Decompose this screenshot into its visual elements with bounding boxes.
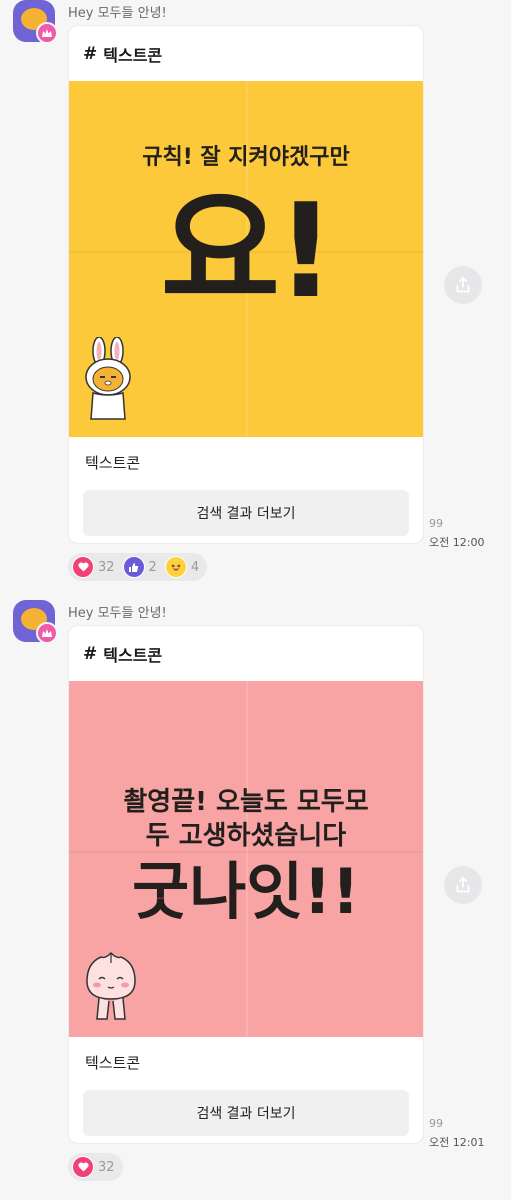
reaction-bar[interactable]: 32 2 4 <box>68 553 208 581</box>
apeach-character-icon <box>86 951 136 1020</box>
avatar[interactable] <box>13 600 58 644</box>
crown-icon <box>36 622 58 644</box>
unread-count: 99 <box>429 1117 443 1130</box>
reaction-count: 4 <box>190 559 200 575</box>
share-icon <box>456 277 470 293</box>
reaction-count: 2 <box>148 559 157 575</box>
more-results-button[interactable]: 검색 결과 더보기 <box>83 490 409 536</box>
laughing-face-icon <box>164 556 187 578</box>
thumbs-up-icon <box>122 556 145 578</box>
reaction-like[interactable]: 2 <box>122 556 157 578</box>
reaction-count: 32 <box>98 559 115 575</box>
sticker-text: 규칙! 잘 지켜야겠구만 <box>142 145 350 170</box>
avatar[interactable] <box>13 0 58 44</box>
card-header-label: 텍스트콘 <box>103 45 163 65</box>
timestamp: 오전 12:00 <box>429 536 485 549</box>
sticker-big-text: 굿나잇!! <box>132 855 360 928</box>
card-header[interactable]: # 텍스트콘 <box>69 626 423 681</box>
share-icon <box>456 877 470 893</box>
sticker-image[interactable]: 촬영끝! 오늘도 모두모 두 고생하셨습니다 굿나잇!! <box>69 681 423 1037</box>
unread-count: 99 <box>429 517 443 530</box>
sticker-big-text: 요! <box>160 175 336 327</box>
more-results-button[interactable]: 검색 결과 더보기 <box>83 1090 409 1136</box>
bunny-character-icon <box>85 337 131 420</box>
card-title: 텍스트콘 <box>85 454 141 472</box>
crown-icon <box>36 22 58 44</box>
reaction-heart[interactable]: 32 <box>72 1156 115 1178</box>
reaction-bar[interactable]: 32 <box>68 1153 123 1181</box>
card-title: 텍스트콘 <box>85 1054 141 1072</box>
share-button[interactable] <box>444 866 482 904</box>
textcon-card[interactable]: # 텍스트콘 촬영끝! 오늘도 모두모 두 고생하셨습니다 굿나잇!! 텍스트콘… <box>68 625 424 1144</box>
reaction-laugh[interactable]: 4 <box>164 556 200 578</box>
timestamp: 오전 12:01 <box>429 1136 485 1149</box>
sender-name: Hey 모두들 안녕! <box>68 606 167 621</box>
sticker-text: 촬영끝! 오늘도 모두모 <box>123 787 369 817</box>
share-button[interactable] <box>444 266 482 304</box>
heart-icon <box>72 556 94 578</box>
sticker-image[interactable]: 규칙! 잘 지켜야겠구만 요! <box>69 81 423 437</box>
heart-icon <box>72 1156 94 1178</box>
textcon-card[interactable]: # 텍스트콘 규칙! 잘 지켜야겠구만 요! 텍스트콘 검색 결과 더보기 <box>68 25 424 544</box>
hash-icon: # <box>83 643 98 664</box>
sender-name: Hey 모두들 안녕! <box>68 6 167 21</box>
reaction-count: 32 <box>98 1159 115 1175</box>
card-header-label: 텍스트콘 <box>103 645 163 665</box>
reaction-heart[interactable]: 32 <box>72 556 115 578</box>
hash-icon: # <box>83 43 98 64</box>
card-header[interactable]: # 텍스트콘 <box>69 26 423 81</box>
